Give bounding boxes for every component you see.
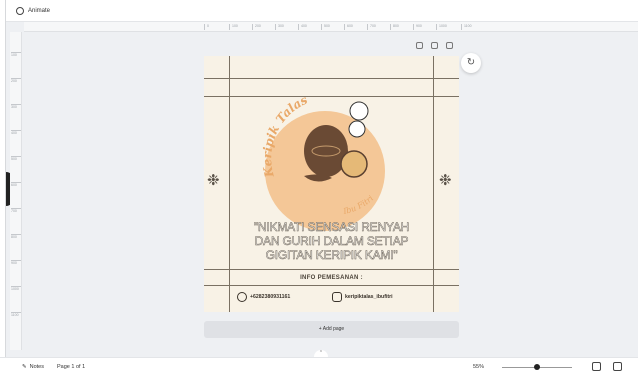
ruler-tick: 800 — [390, 24, 399, 30]
lock-icon[interactable] — [416, 42, 423, 49]
ruler-tick: 100 — [11, 52, 21, 66]
logo-illustration: Keripik Talas Ibu Fitri — [260, 93, 376, 217]
fullscreen-icon[interactable] — [613, 362, 622, 371]
flower-icon: ❉ — [439, 172, 452, 189]
tagline-line: GIGITAN KERIPIK KAMI" — [265, 248, 398, 263]
notes-button[interactable]: ✎ Notes — [22, 364, 44, 370]
ruler-tick: 200 — [252, 24, 261, 30]
ruler-tick: 1100 — [461, 24, 472, 30]
tagline-line: "NIKMATI SENSASI RENYAH — [253, 220, 410, 235]
add-page-button[interactable]: + Add page — [204, 321, 459, 338]
top-bar: Animate — [0, 0, 638, 22]
phone-contact: +6282380931161 — [237, 292, 290, 302]
chef-face-icon — [348, 120, 366, 138]
page-tools — [416, 42, 453, 49]
ruler-tick: 700 — [11, 208, 21, 222]
ruler-tick: 1000 — [11, 286, 21, 300]
ruler-tick: 900 — [413, 24, 422, 30]
chef-hat-icon — [349, 101, 369, 121]
phone-number: +6282380931161 — [250, 294, 291, 300]
horizontal-ruler: 0 100 200 300 400 500 600 700 800 900 10… — [24, 22, 638, 32]
ruler-tick: 1000 — [436, 24, 447, 30]
ruler-tick: 700 — [367, 24, 376, 30]
ruler-tick: 300 — [11, 104, 21, 118]
ruler-tick: 600 — [344, 24, 353, 30]
ruler-tick: 500 — [11, 156, 21, 170]
vertical-ruler: 100 200 300 400 500 600 700 800 900 1000… — [10, 32, 22, 350]
ruler-tick: 400 — [11, 130, 21, 144]
instagram-icon — [332, 292, 342, 302]
ruler-tick: 900 — [11, 260, 21, 274]
ruler-tick: 0 — [204, 24, 209, 30]
chevron-up-icon[interactable]: ⌃ — [314, 350, 328, 357]
info-title: INFO PEMESANAN : — [300, 275, 363, 281]
view-controls — [592, 362, 622, 371]
ruler-tick: 500 — [321, 24, 330, 30]
design-canvas[interactable]: Keripik Talas Ibu Fitri ❉ ❉ "NIKMATI SEN… — [204, 56, 459, 312]
animate-button[interactable]: Animate — [28, 8, 50, 14]
phone-icon — [237, 292, 247, 302]
ruler-tick: 300 — [275, 24, 284, 30]
ruler-tick: 800 — [11, 234, 21, 248]
page-indicator[interactable]: Page 1 of 1 — [57, 364, 85, 370]
bottom-bar: ✎ Notes Page 1 of 1 55% — [0, 357, 638, 376]
page-grid-icon[interactable] — [592, 362, 601, 371]
tagline-line: DAN GURIH DALAM SETIAP — [254, 234, 409, 249]
ruler-tick: 400 — [298, 24, 307, 30]
zoom-level[interactable]: 55% — [473, 364, 484, 370]
chip-icon — [340, 150, 368, 178]
ruler-tick: 200 — [11, 78, 21, 92]
duplicate-icon[interactable] — [431, 42, 438, 49]
add-page-icon[interactable] — [446, 42, 453, 49]
refresh-icon[interactable]: ↻ — [461, 53, 481, 73]
flower-icon: ❉ — [207, 172, 220, 189]
zoom-slider-handle[interactable] — [534, 364, 540, 370]
instagram-contact: keripiktalas_ibufitri — [332, 292, 393, 302]
brand-arc-text: Keripik Talas — [260, 93, 310, 180]
animate-icon[interactable] — [16, 6, 24, 15]
ruler-tick: 1100 — [11, 312, 21, 326]
notes-icon: ✎ — [22, 364, 27, 370]
notes-label: Notes — [29, 364, 44, 370]
ruler-tick: 600 — [11, 182, 21, 196]
instagram-handle: keripiktalas_ibufitri — [345, 294, 393, 300]
tagline: "NIKMATI SENSASI RENYAH DAN GURIH DALAM … — [224, 220, 439, 263]
brand-sub-text: Ibu Fitri — [342, 193, 376, 216]
ruler-tick: 100 — [229, 24, 238, 30]
left-sidebar — [0, 0, 14, 376]
